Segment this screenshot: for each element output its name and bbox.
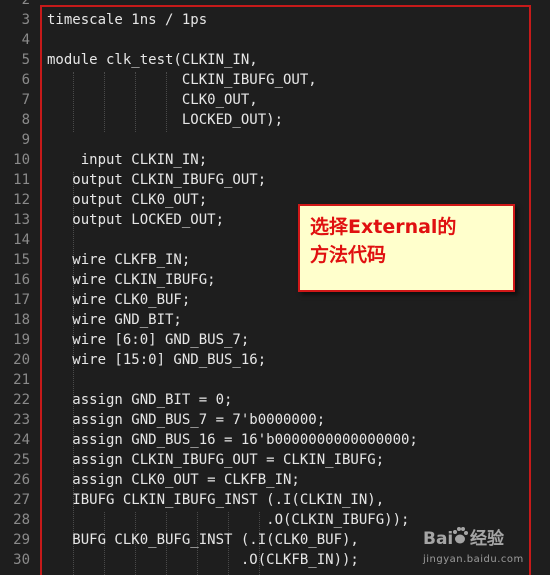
code-line[interactable]: wire [15:0] GND_BUS_16; [47,350,537,370]
annotation-line-1: 选择External的 [310,216,457,238]
line-number: 23 [13,412,30,428]
code-line[interactable]: assign GND_BUS_16 = 16'b0000000000000000… [47,430,537,450]
code-line[interactable] [47,370,537,390]
line-number: 7 [21,92,30,108]
code-line[interactable]: assign GND_BIT = 0; [47,390,537,410]
code-line[interactable]: LOCKED_OUT); [47,110,537,130]
code-editor[interactable]: 2 3 4 5 6 7 8 9 10 11 12 13 14 15 16 17 18 19 20 21 22 23 24 25… [0,0,550,575]
line-number: 12 [13,192,30,208]
line-number: 5 [21,52,30,68]
line-number: 30 [13,552,30,568]
code-line[interactable]: CLKIN_IBUFG_OUT, [47,70,537,90]
line-number: 10 [13,152,30,168]
line-number: 6 [21,72,30,88]
line-number: 2 [21,0,30,8]
code-line[interactable]: assign GND_BUS_7 = 7'b0000000; [47,410,537,430]
line-number: 19 [13,332,30,348]
code-line[interactable]: assign CLK0_OUT = CLKFB_IN; [47,470,537,490]
line-number: 15 [13,252,30,268]
watermark-url: jingyan.baidu.com [423,554,524,565]
line-number: 16 [13,272,30,288]
line-number: 25 [13,452,30,468]
code-line[interactable]: CLK0_OUT, [47,90,537,110]
line-number: 17 [13,292,30,308]
code-line[interactable]: wire CLK0_BUF; [47,290,537,310]
line-number: 3 [21,12,30,28]
line-number: 11 [13,172,30,188]
code-line[interactable]: timescale 1ns / 1ps [47,10,537,30]
line-number: 29 [13,532,30,548]
line-number: 4 [21,32,30,48]
baidu-paw-icon: Bai 经验 [423,527,505,549]
line-number: 26 [13,472,30,488]
annotation-line-2: 方法代码 [310,244,387,266]
svg-text:Bai: Bai [423,529,453,549]
svg-text:经验: 经验 [470,528,505,549]
watermark: Bai 经验 jingyan.baidu.com [421,524,541,568]
line-number: 9 [21,132,30,148]
code-line[interactable] [47,0,537,10]
line-number-gutter: 2 3 4 5 6 7 8 9 10 11 12 13 14 15 16 17 18 19 20 21 22 23 24 25… [0,0,30,570]
code-line[interactable]: wire GND_BIT; [47,310,537,330]
line-number: 28 [13,512,30,528]
line-number: 8 [21,112,30,128]
code-line[interactable]: wire [6:0] GND_BUS_7; [47,330,537,350]
line-number: 20 [13,352,30,368]
code-line[interactable]: assign CLKIN_IBUFG_OUT = CLKIN_IBUFG; [47,450,537,470]
line-number: 18 [13,312,30,328]
line-number: 24 [13,432,30,448]
line-number: 13 [13,212,30,228]
line-number: 22 [13,392,30,408]
line-number: 21 [13,372,30,388]
code-line[interactable]: module clk_test(CLKIN_IN, [47,50,537,70]
code-line[interactable]: input CLKIN_IN; [47,150,537,170]
annotation-callout: 选择External的 方法代码 [298,204,515,292]
code-line[interactable] [47,130,537,150]
line-number: 27 [13,492,30,508]
code-line[interactable] [47,30,537,50]
line-number: 14 [13,232,30,248]
code-line[interactable]: IBUFG CLKIN_IBUFG_INST (.I(CLKIN_IN), [47,490,537,510]
code-line[interactable]: output CLKIN_IBUFG_OUT; [47,170,537,190]
